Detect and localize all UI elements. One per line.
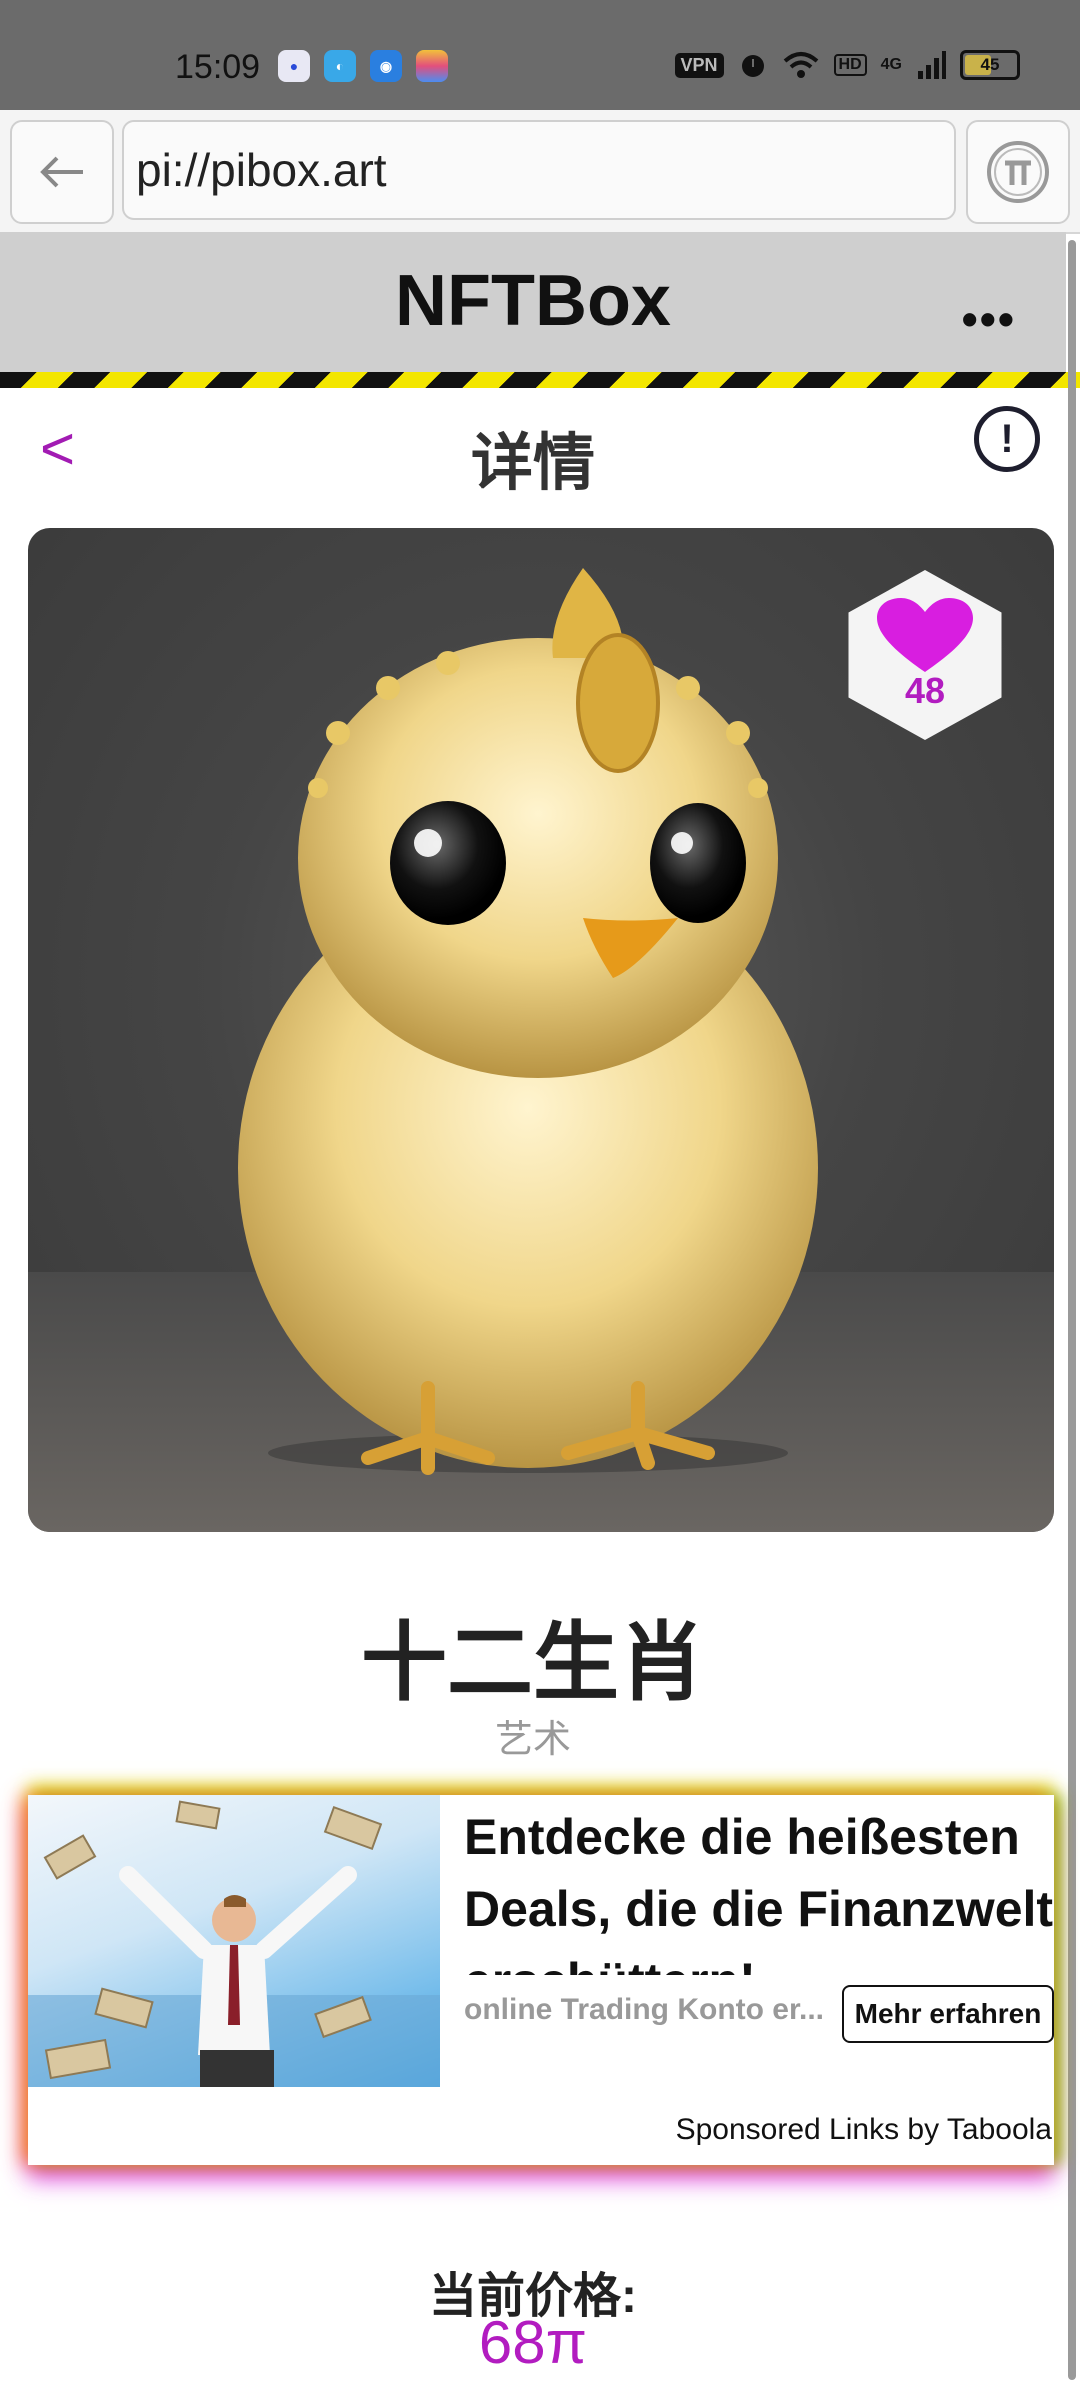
pi-browser-button[interactable] [966,120,1070,224]
heart-icon [877,598,973,672]
hazard-stripe-divider [0,372,1080,388]
browser-app-icon: ◉ [370,50,402,82]
detail-header: < 详情 ! [0,390,1066,510]
status-indicators: VPN HD 4G 45 [674,50,1020,80]
browser-back-button[interactable] [10,120,114,224]
url-field[interactable]: pi://pibox.art [122,120,956,220]
battery-icon: 45 [960,50,1020,80]
alarm-icon [741,55,764,77]
network-type: 4G [880,56,902,73]
like-count: 48 [904,670,946,711]
more-menu-icon[interactable]: ••• [962,292,1016,346]
ad-image[interactable] [28,1795,440,2087]
hd-icon: HD [833,54,867,76]
browser-toolbar: pi://pibox.art [0,110,1080,234]
sponsored-ad[interactable]: Entdecke die heißesten Deals, die die Fi… [28,1795,1054,2165]
vpn-icon: VPN [674,52,724,78]
nft-category: 艺术 [494,1719,571,1761]
arrow-left-icon [40,156,83,188]
notification-icons: ● ◐ ◉ [278,50,448,82]
signal-icon [918,51,946,79]
chat-app-icon: ◐ [324,50,356,82]
wifi-icon [783,52,818,78]
businessman-money-illustration [28,1800,440,2087]
status-time: 15:09 [175,48,261,86]
app-title: NFTBox [395,261,671,341]
info-icon[interactable]: ! [974,406,1040,472]
nft-image[interactable]: 48 [28,528,1054,1532]
app-header: NFTBox ••• [0,232,1066,372]
nft-name: 十二生肖 [361,1615,705,1711]
status-bar: 15:09 ● ◐ ◉ VPN HD 4G 45 [0,0,1080,110]
price-value: 68π [478,2309,588,2376]
ad-source: online Trading Konto er... [464,1993,824,2026]
ad-credit[interactable]: Sponsored Links by Taboola [676,2113,1052,2147]
page-scrollbar[interactable] [1068,240,1076,2380]
ad-headline[interactable]: Entdecke die heißesten Deals, die die Fi… [464,1801,1054,1975]
pi-logo-icon [987,141,1049,203]
page-title: 详情 [470,429,595,498]
baidu-app-icon: ● [278,50,310,82]
ad-cta-button[interactable]: Mehr erfahren [842,1985,1054,2043]
wallet-app-icon [416,50,448,82]
